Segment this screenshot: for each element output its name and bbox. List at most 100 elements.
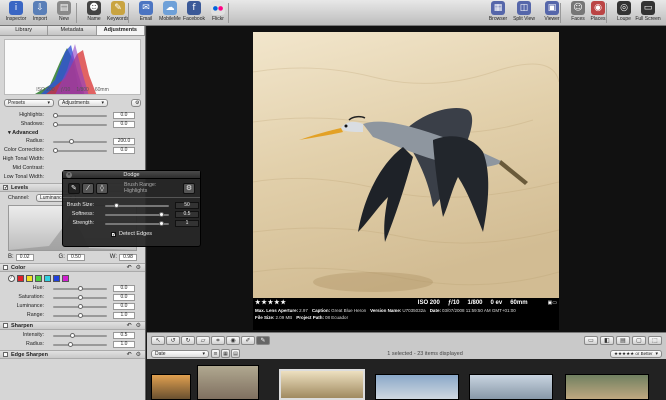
advanced-disclosure[interactable]: ▾ Advanced <box>8 129 137 137</box>
straighten-button[interactable]: ▱ <box>196 336 210 345</box>
levels-checkbox[interactable]: ✓ <box>3 185 8 191</box>
color-swatch[interactable] <box>26 274 33 282</box>
feather-tool-button[interactable]: ⁄ <box>81 182 94 194</box>
slider-knob[interactable] <box>53 122 58 127</box>
slider-track[interactable] <box>53 295 107 300</box>
rotate-left-button[interactable]: ↺ <box>166 336 180 345</box>
slider-track[interactable] <box>105 212 169 217</box>
thumbnail[interactable] <box>565 374 649 400</box>
levels-field[interactable]: 0.98 <box>119 253 137 261</box>
slider-track[interactable] <box>53 113 107 118</box>
checkbox[interactable]: ✓ <box>110 231 116 237</box>
slider-track[interactable] <box>53 333 107 338</box>
slider-knob[interactable] <box>159 212 165 217</box>
split-view-button[interactable]: ◫ Split View <box>510 1 538 25</box>
slider-track[interactable] <box>53 122 107 127</box>
color-swatch[interactable] <box>62 274 69 282</box>
value-field[interactable]: 0.0 <box>113 121 135 128</box>
full-screen-button[interactable]: ▭ Full Screen <box>634 1 662 25</box>
single-view-button[interactable]: ▢ <box>632 336 646 345</box>
slider-knob[interactable] <box>77 313 83 318</box>
stack-button[interactable]: ◧ <box>600 336 614 345</box>
slider-knob[interactable] <box>159 221 165 226</box>
adjustments-popup[interactable]: Adjustments ▾ <box>58 99 108 107</box>
red-eye-button[interactable]: ◉ <box>226 336 240 345</box>
detect-edges-checkbox[interactable]: ✓ Detect Edges <box>63 231 200 237</box>
value-field[interactable]: 1.0 <box>113 341 135 348</box>
slider-knob[interactable] <box>113 203 119 208</box>
value-field[interactable]: 1 <box>175 220 199 227</box>
crop-button[interactable]: ⌗ <box>211 336 225 345</box>
sharpen-checkbox[interactable] <box>3 323 8 328</box>
eyedropper-icon[interactable]: ⁄ <box>8 274 15 282</box>
value-field[interactable]: 1.0 <box>113 312 135 319</box>
slider-track[interactable] <box>53 148 107 153</box>
value-field[interactable]: 200.0 <box>113 138 135 145</box>
reset-icon[interactable]: ↶ <box>127 264 132 271</box>
browser-button[interactable]: ▦ Browser <box>484 1 512 25</box>
heron-photo[interactable] <box>253 32 559 298</box>
color-checkbox[interactable] <box>3 265 8 270</box>
gear-icon[interactable]: ⚙ <box>136 264 141 271</box>
value-field[interactable]: 0.0 <box>113 147 135 154</box>
slider-track[interactable] <box>53 313 107 318</box>
dodge-hud[interactable]: × Dodge ✎ ⁄ ◊ Brush Range: Highlights ⚙ … <box>62 170 201 247</box>
slider-knob[interactable] <box>53 113 58 118</box>
slider-track[interactable] <box>53 139 107 144</box>
viewer-button[interactable]: ▣ Viewer <box>538 1 566 25</box>
reset-icon[interactable]: ↶ <box>127 351 132 358</box>
value-field[interactable]: 0.0 <box>113 112 135 119</box>
color-swatch[interactable] <box>44 274 51 282</box>
slider-knob[interactable] <box>77 304 83 309</box>
value-field[interactable]: 50 <box>175 202 199 209</box>
grid-view-button[interactable]: ▦ <box>221 349 230 358</box>
slider-knob[interactable] <box>67 342 73 347</box>
slider-track[interactable] <box>53 342 107 347</box>
thumbnail[interactable] <box>197 365 259 400</box>
value-field[interactable]: 0.0 <box>113 285 135 292</box>
slider-knob[interactable] <box>69 139 75 144</box>
edge-sharpen-checkbox[interactable] <box>3 352 8 357</box>
value-field[interactable]: 0.5 <box>113 332 135 339</box>
list-view-button[interactable]: ≡ <box>211 349 220 358</box>
slider-track[interactable] <box>53 286 107 291</box>
slider-track[interactable] <box>105 203 169 208</box>
eraser-tool-button[interactable]: ◊ <box>95 182 108 194</box>
slider-knob[interactable] <box>77 286 83 291</box>
slider-knob[interactable] <box>77 295 83 300</box>
select-tool-button[interactable]: ↖ <box>151 336 165 345</box>
thumbnail[interactable] <box>469 374 553 400</box>
levels-field[interactable]: 0.02 <box>15 253 34 261</box>
places-button[interactable]: ◉ Places <box>584 1 612 25</box>
new-button[interactable]: ▤ New <box>50 1 78 25</box>
gear-button[interactable]: ⚙ <box>131 99 141 107</box>
dodge-brush-button[interactable]: ✎ <box>256 336 270 345</box>
edge-sharpen-section[interactable]: Edge Sharpen ↶ ⚙ <box>0 350 145 359</box>
tab-adjustments[interactable]: Adjustments <box>96 26 145 35</box>
multi-view-button[interactable]: ▤ <box>616 336 630 345</box>
sort-popup[interactable]: Date ▾ <box>151 349 209 358</box>
hud-gear-button[interactable]: ⚙ <box>183 182 195 194</box>
slider-track[interactable] <box>105 221 169 226</box>
value-field[interactable]: 0.5 <box>175 211 199 218</box>
levels-field[interactable]: 0.50 <box>66 253 85 261</box>
tab-library[interactable]: Library <box>0 26 49 35</box>
slider-track[interactable] <box>53 304 107 309</box>
color-swatch[interactable] <box>53 274 60 282</box>
compare-button[interactable]: ▭ <box>584 336 598 345</box>
thumbnail[interactable] <box>375 374 459 400</box>
color-section[interactable]: Color ↶ ⚙ <box>0 263 145 272</box>
close-icon[interactable]: × <box>66 172 72 178</box>
filmstrip-view-button[interactable]: ▤ <box>231 349 240 358</box>
tab-metadata[interactable]: Metadata <box>48 26 97 35</box>
reset-icon[interactable]: ↶ <box>127 322 132 329</box>
slider-knob[interactable] <box>70 333 76 338</box>
rotate-right-button[interactable]: ↻ <box>181 336 195 345</box>
thumbnail-selected[interactable] <box>279 369 365 400</box>
sharpen-section[interactable]: Sharpen ↶ ⚙ <box>0 321 145 330</box>
rating-filter-popup[interactable]: ★★★★★ or Better ▾ <box>609 349 662 358</box>
color-swatch[interactable] <box>35 274 42 282</box>
value-field[interactable]: 0.0 <box>113 294 135 301</box>
brush-tool-button[interactable]: ✎ <box>68 182 80 194</box>
slider-knob[interactable] <box>53 148 58 153</box>
